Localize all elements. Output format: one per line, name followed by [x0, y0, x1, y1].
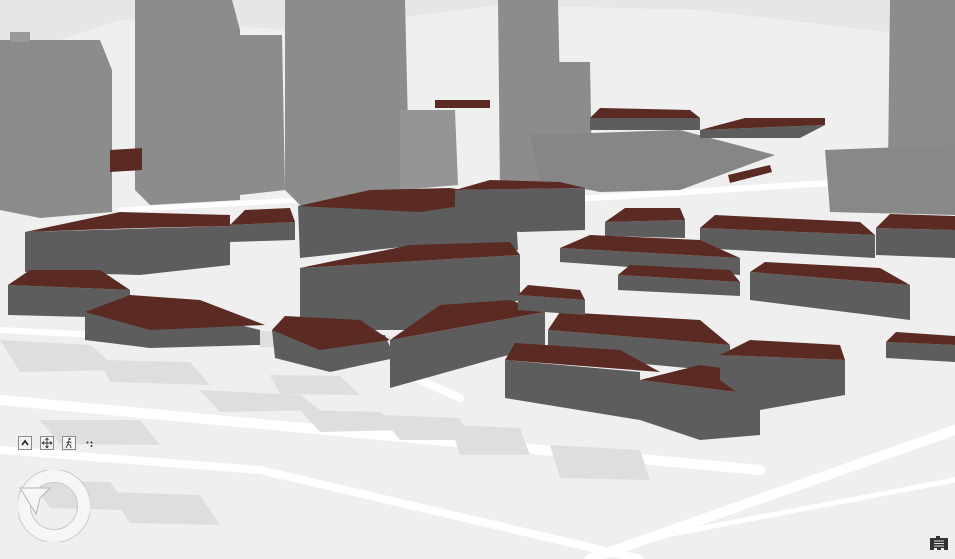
building — [876, 214, 955, 258]
building — [455, 180, 585, 232]
compass-icon — [17, 469, 91, 543]
chevron-up-icon — [21, 439, 29, 446]
layer-list-icon — [930, 536, 948, 550]
zoom-up-button[interactable] — [18, 436, 32, 450]
building — [435, 100, 490, 108]
walk-button[interactable] — [62, 436, 76, 450]
dots-icon — [86, 441, 93, 447]
layer-list-button[interactable] — [929, 534, 949, 552]
pan-arrows-icon — [41, 437, 53, 449]
pan-button[interactable] — [40, 436, 54, 450]
more-options-button[interactable] — [86, 436, 94, 447]
building — [110, 148, 142, 172]
map-scene[interactable] — [0, 0, 955, 559]
walk-person-icon — [65, 437, 72, 449]
compass-button[interactable] — [17, 469, 91, 543]
building — [886, 332, 955, 362]
building — [590, 108, 700, 130]
